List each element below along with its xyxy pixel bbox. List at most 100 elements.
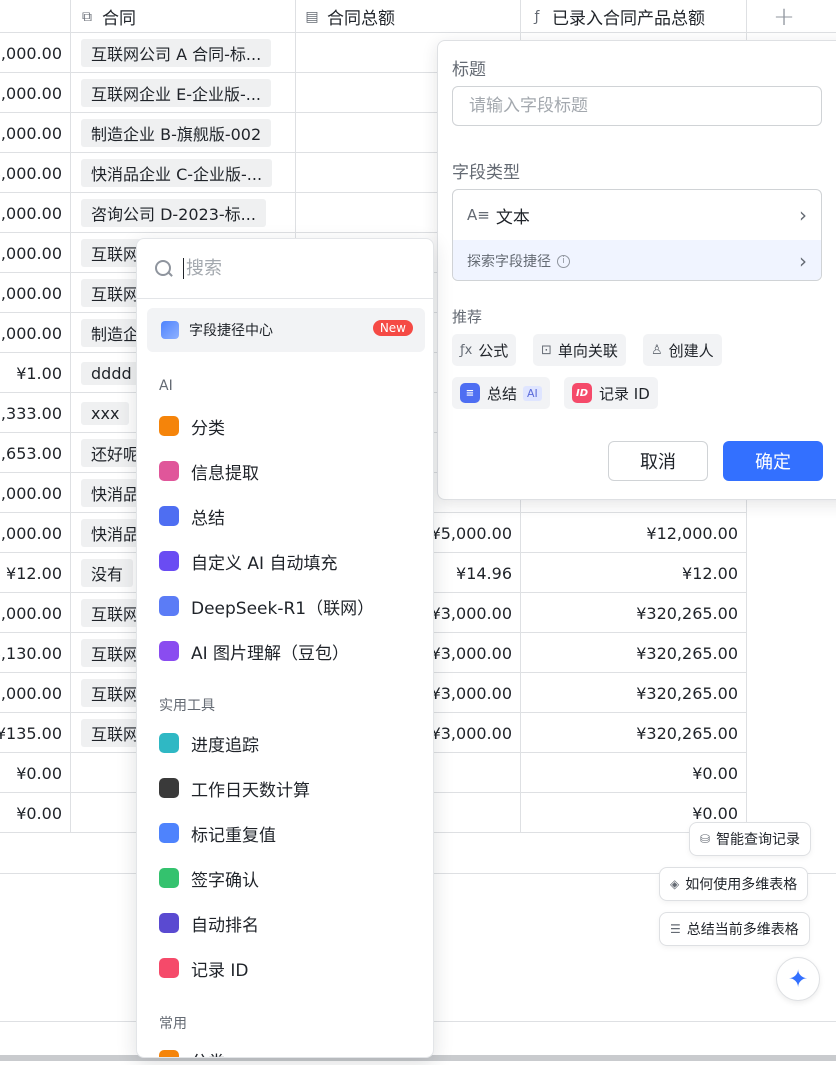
signature-icon xyxy=(159,868,179,888)
search-icon xyxy=(155,259,173,278)
contract-tag: 制造企业 B-旗舰版-002 xyxy=(81,119,272,147)
chip-creator[interactable]: ♙ 创建人 xyxy=(643,334,722,366)
menu-item-record-id[interactable]: 记录 ID xyxy=(159,950,419,986)
amount-cell[interactable]: ¥12.00 xyxy=(0,553,70,593)
extract-icon xyxy=(159,461,179,481)
cancel-button[interactable]: 取消 xyxy=(608,441,708,481)
products-total-cell[interactable]: ¥12.00 xyxy=(520,553,746,593)
menu-item-clock[interactable]: 工作日天数计算 xyxy=(159,770,419,806)
chip-label: 创建人 xyxy=(668,341,714,360)
chip-formula[interactable]: ƒx 公式 xyxy=(452,334,517,366)
title-label: 标题 xyxy=(452,60,486,80)
pin-icon xyxy=(159,823,179,843)
clock-icon xyxy=(159,778,179,798)
explore-shortcuts-label: 探索字段捷径 xyxy=(467,254,551,270)
chip-label: 总结 xyxy=(487,384,518,403)
products-total-cell[interactable]: ¥320,265.00 xyxy=(520,633,746,673)
menu-item-ai-autofill[interactable]: 自定义 AI 自动填充 xyxy=(159,543,419,579)
contract-tag: dddd xyxy=(81,361,142,385)
add-column-button[interactable]: + xyxy=(746,0,822,33)
info-icon[interactable]: i xyxy=(557,254,570,268)
graduation-cap-icon: ◈ xyxy=(670,877,680,891)
amount-cell[interactable]: 2,000.00 xyxy=(0,473,70,513)
amount-cell[interactable]: 4,130.00 xyxy=(0,633,70,673)
field-type-value: 文本 xyxy=(495,207,530,228)
menu-item-signature[interactable]: 签字确认 xyxy=(159,860,419,896)
menu-item-progress[interactable]: 进度追踪 xyxy=(159,725,419,761)
contract-cell[interactable]: 制造企业 B-旗舰版-002 xyxy=(81,113,295,153)
search-input[interactable] xyxy=(183,258,403,279)
formula-icon: ƒx xyxy=(460,342,473,358)
list-icon: ☰ xyxy=(670,922,681,936)
ai-assistant-star-icon[interactable]: ✦ xyxy=(776,957,820,1001)
confirm-button[interactable]: 确定 xyxy=(723,441,823,481)
chevron-right-icon: › xyxy=(799,203,807,227)
howto-button[interactable]: ◈ 如何使用多维表格 xyxy=(659,867,809,901)
link-field-icon: ⧉ xyxy=(82,8,92,25)
products-total-cell[interactable]: ¥320,265.00 xyxy=(520,593,746,633)
smart-query-label: 智能查询记录 xyxy=(716,832,801,848)
lookup-field-icon: ▤ xyxy=(305,8,319,25)
contract-cell[interactable]: 互联网企业 E-企业版-... xyxy=(81,73,295,113)
contract-cell[interactable]: 互联网公司 A 合同-标... xyxy=(81,33,295,73)
amount-cell[interactable]: 0,000.00 xyxy=(0,513,70,553)
menu-item-pin[interactable]: 标记重复值 xyxy=(159,815,419,851)
products-total-cell[interactable]: ¥320,265.00 xyxy=(520,673,746,713)
summarize-label: 总结当前多维表格 xyxy=(686,922,799,938)
summary-icon: ≡ xyxy=(460,383,480,403)
menu-item-summary[interactable]: 总结 xyxy=(159,498,419,534)
chip-record-id[interactable]: ID 记录 ID xyxy=(564,377,658,409)
chip-one-way-link[interactable]: ⊡ 单向关联 xyxy=(533,334,626,366)
menu-item-ranking[interactable]: 自动排名 xyxy=(159,905,419,941)
field-title-input[interactable] xyxy=(452,86,822,126)
menu-item-category[interactable]: 分类 xyxy=(159,408,419,444)
menu-item-deepseek[interactable]: DeepSeek-R1（联网） xyxy=(159,588,419,624)
summary-icon xyxy=(159,506,179,526)
menu-item-label: 记录 ID xyxy=(191,960,249,981)
amount-cell[interactable]: 0,000.00 xyxy=(0,113,70,153)
amount-cell[interactable]: 2,333.00 xyxy=(0,393,70,433)
explore-shortcuts-row[interactable]: 探索字段捷径 i › xyxy=(453,240,821,280)
amount-cell[interactable]: 0,000.00 xyxy=(0,313,70,353)
ai-autofill-icon xyxy=(159,551,179,571)
products-total-cell[interactable]: ¥320,265.00 xyxy=(520,713,746,753)
contract-cell[interactable]: 咨询公司 D-2023-标... xyxy=(81,193,295,233)
field-type-select[interactable]: A≡ 文本 › xyxy=(453,190,821,240)
menu-item-label: 标记重复值 xyxy=(191,825,276,846)
amount-cell[interactable]: ¥0.00 xyxy=(0,793,70,833)
menu-item-image-understanding[interactable]: AI 图片理解（豆包） xyxy=(159,633,419,669)
column-header-contract-total[interactable]: ▤ 合同总额 xyxy=(303,0,395,33)
amount-cell[interactable]: 2,000.00 xyxy=(0,273,70,313)
menu-item-label: AI 图片理解（豆包） xyxy=(191,643,350,664)
amount-cell[interactable]: 3,000.00 xyxy=(0,33,70,73)
smart-query-button[interactable]: ⛁ 智能查询记录 xyxy=(689,822,812,856)
amount-cell[interactable]: 4,000.00 xyxy=(0,153,70,193)
amount-cell[interactable]: 1,000.00 xyxy=(0,593,70,633)
chip-summary[interactable]: ≡ 总结 AI xyxy=(452,377,550,409)
amount-cell[interactable]: 2,000.00 xyxy=(0,673,70,713)
menu-item-category[interactable]: 分类 xyxy=(159,1042,419,1057)
products-total-cell[interactable]: ¥0.00 xyxy=(520,753,746,793)
amount-cell[interactable]: ¥0.00 xyxy=(0,753,70,793)
menu-item-label: 签字确认 xyxy=(191,870,259,891)
summarize-base-button[interactable]: ☰ 总结当前多维表格 xyxy=(659,912,810,946)
amount-cell[interactable]: 3,653.00 xyxy=(0,433,70,473)
amount-cell[interactable]: ¥1.00 xyxy=(0,353,70,393)
amount-cell[interactable]: 0,000.00 xyxy=(0,73,70,113)
shortcut-hub-item[interactable]: 字段捷径中心 New xyxy=(147,308,425,352)
amount-cell[interactable]: 3,000.00 xyxy=(0,233,70,273)
amount-cell[interactable]: ¥135.00 xyxy=(0,713,70,753)
image-understanding-icon xyxy=(159,641,179,661)
chip-label: 公式 xyxy=(478,341,509,360)
menu-item-label: 信息提取 xyxy=(191,463,259,484)
column-header-contract[interactable]: ⧉ 合同 xyxy=(78,0,136,33)
hub-label: 字段捷径中心 xyxy=(189,323,273,339)
products-total-cell[interactable]: ¥12,000.00 xyxy=(520,513,746,553)
category-icon xyxy=(159,416,179,436)
amount-cell[interactable]: 2,000.00 xyxy=(0,193,70,233)
menu-item-extract[interactable]: 信息提取 xyxy=(159,453,419,489)
contract-tag: 快消品企业 C-企业版-... xyxy=(81,159,273,187)
menu-item-label: DeepSeek-R1（联网） xyxy=(191,598,375,619)
column-header-products-total[interactable]: ƒ 已录入合同产品总额 xyxy=(528,0,705,33)
contract-cell[interactable]: 快消品企业 C-企业版-... xyxy=(81,153,295,193)
